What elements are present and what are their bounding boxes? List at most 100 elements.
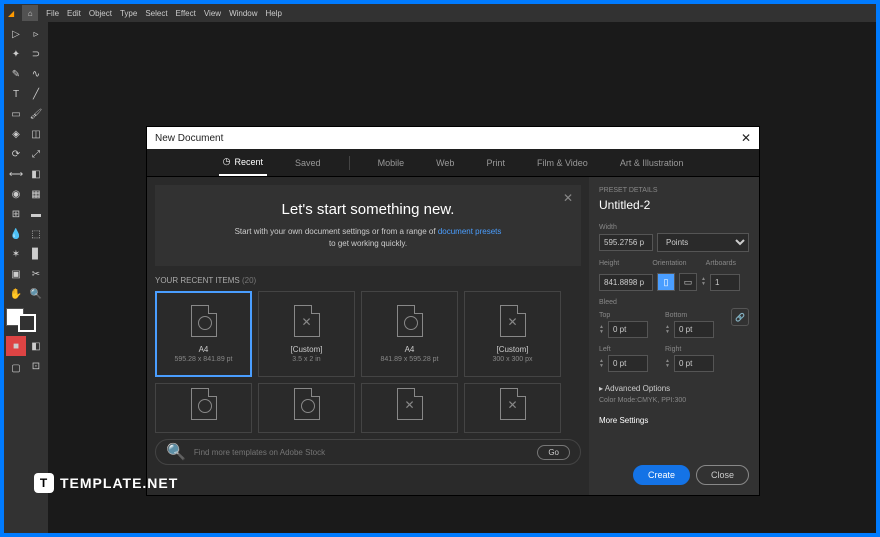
hand-tool[interactable]: ✋ — [6, 284, 26, 304]
preset-custom-1[interactable]: [Custom] 3.5 x 2 in — [258, 291, 355, 377]
tab-film-video[interactable]: Film & Video — [533, 149, 592, 176]
document-icon — [191, 305, 217, 337]
home-button[interactable]: ⌂ — [22, 5, 38, 21]
tools-panel: ▷ ▹ ✦ ⊃ ✎ ∿ T ╱ ▭ 🖌 ◈ ◫ ⟳ ⤢ ⟷ ◧ ◉ ▦ ⊞ ▬ … — [4, 22, 48, 380]
hero-close-button[interactable]: ✕ — [563, 191, 573, 205]
menu-type[interactable]: Type — [120, 9, 137, 18]
blend-tool[interactable]: ⬚ — [26, 224, 46, 244]
tab-web[interactable]: Web — [432, 149, 458, 176]
dialog-close-button[interactable]: ✕ — [741, 131, 751, 145]
search-input[interactable] — [194, 448, 529, 457]
menu-edit[interactable]: Edit — [67, 9, 81, 18]
zoom-tool[interactable]: 🔍 — [26, 284, 46, 304]
hero-banner: ✕ Let's start something new. Start with … — [155, 185, 581, 266]
tab-recent[interactable]: ◷Recent — [219, 149, 267, 176]
menu-object[interactable]: Object — [89, 9, 112, 18]
width-input[interactable] — [599, 234, 653, 251]
document-icon — [500, 305, 526, 337]
more-settings-link[interactable]: More Settings — [599, 416, 749, 425]
height-input[interactable] — [599, 274, 653, 291]
screen-mode[interactable]: ▢ — [6, 358, 26, 378]
gradient-mode[interactable]: ◧ — [26, 336, 46, 356]
artboard-tool[interactable]: ▣ — [6, 264, 26, 284]
tab-print[interactable]: Print — [482, 149, 509, 176]
clock-icon: ◷ — [223, 156, 231, 167]
menu-help[interactable]: Help — [266, 9, 282, 18]
color-mode[interactable]: ■ — [6, 336, 26, 356]
document-icon — [397, 388, 423, 420]
free-transform-tool[interactable]: ◧ — [26, 164, 46, 184]
symbol-sprayer-tool[interactable]: ✶ — [6, 244, 26, 264]
change-screen[interactable]: ⊡ — [26, 356, 46, 376]
rotate-tool[interactable]: ⟳ — [6, 144, 26, 164]
slice-tool[interactable]: ✂ — [26, 264, 46, 284]
preset-item[interactable] — [155, 383, 252, 433]
template-search: 🔍 Go — [155, 439, 581, 465]
menu-bar: ◢ ⌂ File Edit Object Type Select Effect … — [4, 4, 876, 22]
bleed-left-input[interactable] — [608, 355, 648, 372]
menu-file[interactable]: File — [46, 9, 59, 18]
type-tool[interactable]: T — [6, 84, 26, 104]
units-select[interactable]: Points — [657, 233, 749, 252]
preset-item[interactable] — [258, 383, 355, 433]
tab-mobile[interactable]: Mobile — [374, 149, 409, 176]
hero-title: Let's start something new. — [179, 201, 557, 218]
rectangle-tool[interactable]: ▭ — [6, 104, 26, 124]
bleed-bottom-input[interactable] — [674, 321, 714, 338]
menu-window[interactable]: Window — [229, 9, 257, 18]
advanced-options-toggle[interactable]: ▸ Advanced Options — [599, 384, 749, 393]
selection-tool[interactable]: ▷ — [6, 24, 26, 44]
artboards-stepper[interactable]: ▲▼ — [701, 277, 706, 287]
shape-builder-tool[interactable]: ◉ — [6, 184, 26, 204]
preset-custom-2[interactable]: [Custom] 300 x 300 px — [464, 291, 561, 377]
go-button[interactable]: Go — [537, 445, 570, 460]
menu-view[interactable]: View — [204, 9, 221, 18]
magic-wand-tool[interactable]: ✦ — [6, 44, 26, 64]
link-bleed-icon[interactable]: 🔗 — [731, 308, 749, 326]
pen-tool[interactable]: ✎ — [6, 64, 26, 84]
orientation-portrait[interactable]: ▯ — [657, 273, 675, 291]
orientation-landscape[interactable]: ▭ — [679, 273, 697, 291]
lasso-tool[interactable]: ⊃ — [26, 44, 46, 64]
app-logo: ◢ — [8, 9, 14, 18]
document-presets-link[interactable]: document presets — [438, 227, 502, 236]
scale-tool[interactable]: ⤢ — [26, 144, 46, 164]
menu-effect[interactable]: Effect — [176, 9, 196, 18]
preset-details-heading: PRESET DETAILS — [599, 187, 749, 194]
shaper-tool[interactable]: ◈ — [6, 124, 26, 144]
perspective-tool[interactable]: ▦ — [26, 184, 46, 204]
preset-a4-landscape[interactable]: A4 841.89 x 595.28 pt — [361, 291, 458, 377]
document-icon — [397, 305, 423, 337]
preset-a4-portrait[interactable]: A4 595.28 x 841.89 pt — [155, 291, 252, 377]
stroke-swatch[interactable] — [18, 314, 36, 332]
menu-select[interactable]: Select — [145, 9, 167, 18]
artboards-input[interactable] — [710, 274, 740, 291]
width-tool[interactable]: ⟷ — [6, 164, 26, 184]
new-document-dialog: New Document ✕ ◷Recent Saved Mobile Web … — [146, 126, 760, 496]
bleed-top-input[interactable] — [608, 321, 648, 338]
preset-item[interactable] — [361, 383, 458, 433]
tab-art-illustration[interactable]: Art & Illustration — [616, 149, 688, 176]
preset-item[interactable] — [464, 383, 561, 433]
mesh-tool[interactable]: ⊞ — [6, 204, 26, 224]
document-icon — [500, 388, 526, 420]
document-icon — [191, 388, 217, 420]
eraser-tool[interactable]: ◫ — [26, 124, 46, 144]
curvature-tool[interactable]: ∿ — [26, 64, 46, 84]
graph-tool[interactable]: ▊ — [26, 244, 46, 264]
document-name[interactable]: Untitled-2 — [599, 198, 749, 212]
paintbrush-tool[interactable]: 🖌 — [26, 104, 46, 124]
gradient-tool[interactable]: ▬ — [26, 204, 46, 224]
bleed-right-input[interactable] — [674, 355, 714, 372]
close-button[interactable]: Close — [696, 465, 749, 485]
direct-selection-tool[interactable]: ▹ — [26, 24, 46, 44]
eyedropper-tool[interactable]: 💧 — [6, 224, 26, 244]
watermark-badge-icon: T — [34, 473, 54, 493]
tab-saved[interactable]: Saved — [291, 149, 325, 176]
dialog-title: New Document — [155, 133, 223, 144]
search-icon: 🔍 — [166, 442, 186, 462]
line-tool[interactable]: ╱ — [26, 84, 46, 104]
create-button[interactable]: Create — [633, 465, 690, 485]
color-mode-info: Color Mode:CMYK, PPI:300 — [599, 397, 749, 404]
document-icon — [294, 388, 320, 420]
